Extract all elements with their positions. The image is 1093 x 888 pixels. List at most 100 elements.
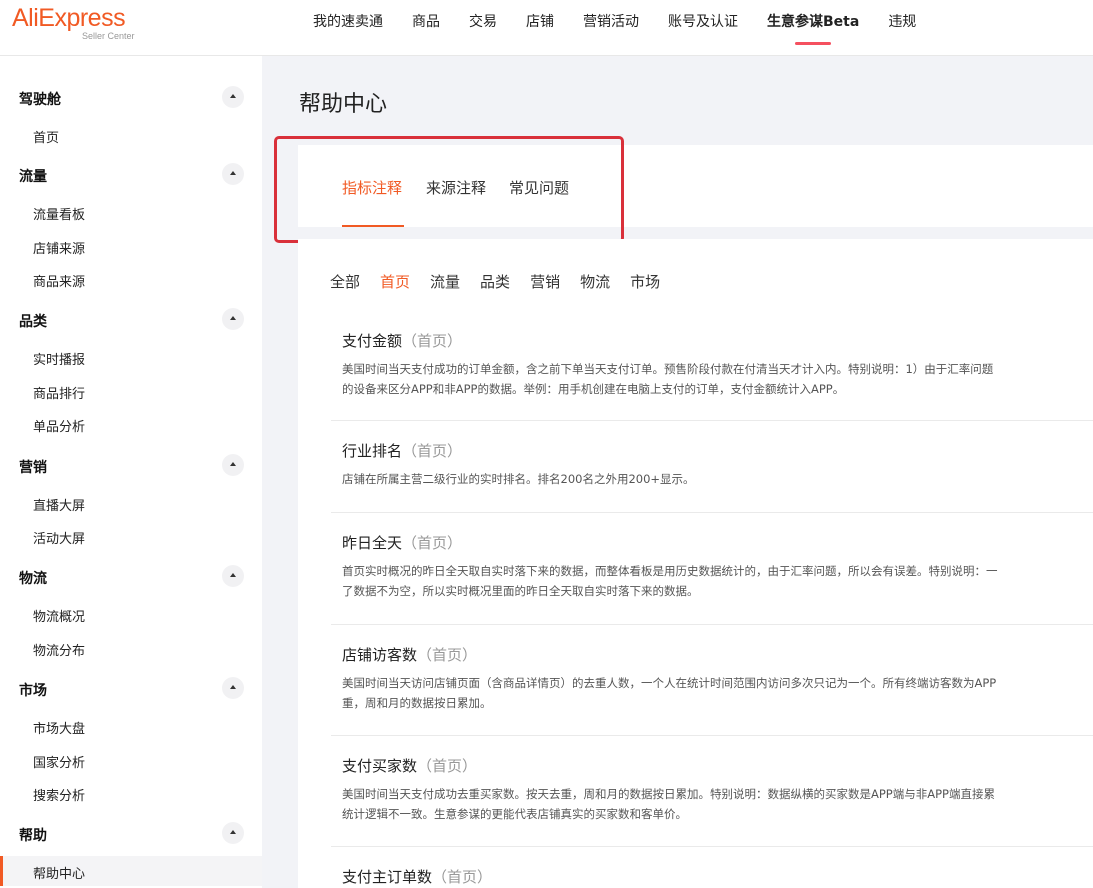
chevron-up-icon[interactable] xyxy=(222,454,244,476)
metric-entry: 昨日全天（首页） 首页实时概况的昨日全天取自实时落下来的数据，而整体看板是用历史… xyxy=(331,512,1093,623)
filter-home[interactable]: 首页 xyxy=(380,271,410,292)
sidebar-item-market-overview[interactable]: 市场大盘 xyxy=(0,711,262,741)
filter-all[interactable]: 全部 xyxy=(330,271,360,292)
metric-title: 行业排名（首页） xyxy=(342,440,462,461)
top-nav: 我的速卖通 商品 交易 店铺 营销活动 账号及认证 生意参谋Beta 违规 xyxy=(313,0,945,56)
chevron-up-icon[interactable] xyxy=(222,163,244,185)
nav-products[interactable]: 商品 xyxy=(412,0,440,56)
metric-title: 支付金额（首页） xyxy=(342,330,462,351)
metric-entry: 支付金额（首页） 美国时间当天支付成功的订单金额，含之前下单当天支付订单。预售阶… xyxy=(331,313,1093,419)
sidebar-item-store-source[interactable]: 店铺来源 xyxy=(0,231,262,261)
sidebar-item-label: 市场大盘 xyxy=(33,722,86,737)
aliexpress-logo[interactable]: AliExpress Seller Center xyxy=(12,4,152,44)
sidebar-group-help[interactable]: 帮助 xyxy=(0,818,262,848)
sidebar-group-traffic[interactable]: 流量 xyxy=(0,159,262,189)
help-content-card: 全部 首页 流量 品类 营销 物流 市场 支付金额（首页） 美国时间当天支付成功… xyxy=(298,239,1093,888)
nav-my-aliexpress[interactable]: 我的速卖通 xyxy=(313,0,383,56)
filter-logistics[interactable]: 物流 xyxy=(580,271,610,292)
sidebar-item-label: 帮助中心 xyxy=(33,867,86,882)
sidebar-item-home[interactable]: 首页 xyxy=(0,120,262,150)
chevron-up-icon[interactable] xyxy=(222,308,244,330)
sidebar-group-label: 帮助 xyxy=(19,828,47,844)
metric-tag: （首页） xyxy=(402,332,463,350)
sidebar-item-label: 商品来源 xyxy=(33,275,86,290)
sidebar-group-label: 驾驶舱 xyxy=(19,92,61,108)
metric-desc-line: 店铺在所属主营二级行业的实时排名。排名200名之外用200+显示。 xyxy=(342,472,695,486)
metric-desc-line: 美国时间当天支付成功的订单金额，含之前下单当天支付订单。预售阶段付款在付清当天才… xyxy=(342,362,994,376)
nav-account[interactable]: 账号及认证 xyxy=(668,0,738,56)
metric-entry: 支付买家数（首页） 美国时间当天支付成功去重买家数。按天去重，周和月的数据按日累… xyxy=(331,735,1093,846)
metric-desc-line: 美国时间当天访问店铺页面（含商品详情页）的去重人数，一个人在统计时间范围内访问多… xyxy=(342,676,997,690)
sidebar-item-country-analysis[interactable]: 国家分析 xyxy=(0,745,262,775)
sidebar-item-traffic-board[interactable]: 流量看板 xyxy=(0,197,262,227)
sidebar-item-label: 单品分析 xyxy=(33,420,86,435)
sidebar-item-label: 流量看板 xyxy=(33,208,86,223)
sidebar-item-help-center[interactable]: 帮助中心 xyxy=(0,856,262,886)
sidebar-item-product-ranking[interactable]: 商品排行 xyxy=(0,376,262,406)
filter-marketing[interactable]: 营销 xyxy=(530,271,560,292)
sidebar-item-label: 搜索分析 xyxy=(33,789,86,804)
metric-title: 支付买家数（首页） xyxy=(342,755,477,776)
sidebar-item-single-product[interactable]: 单品分析 xyxy=(0,409,262,439)
sidebar-group-category[interactable]: 品类 xyxy=(0,304,262,334)
metric-title: 支付主订单数（首页） xyxy=(342,866,492,887)
nav-marketing[interactable]: 营销活动 xyxy=(583,0,639,56)
metric-title: 店铺访客数（首页） xyxy=(342,644,477,665)
sidebar-group-logistics[interactable]: 物流 xyxy=(0,561,262,591)
category-filter-bar: 全部 首页 流量 品类 营销 物流 市场 xyxy=(330,271,680,292)
sidebar-group-cockpit[interactable]: 驾驶舱 xyxy=(0,82,262,112)
sidebar-item-product-source[interactable]: 商品来源 xyxy=(0,264,262,294)
metric-entry: 支付主订单数（首页） xyxy=(331,846,1093,888)
metric-tag: （首页） xyxy=(417,646,478,664)
chevron-up-icon[interactable] xyxy=(222,565,244,587)
sidebar-group-marketing[interactable]: 营销 xyxy=(0,450,262,480)
filter-traffic[interactable]: 流量 xyxy=(430,271,460,292)
sidebar-item-live-screen[interactable]: 直播大屏 xyxy=(0,488,262,518)
sidebar-item-label: 实时播报 xyxy=(33,353,86,368)
nav-store[interactable]: 店铺 xyxy=(526,0,554,56)
metric-tag: （首页） xyxy=(402,442,463,460)
filter-category[interactable]: 品类 xyxy=(480,271,510,292)
filter-market[interactable]: 市场 xyxy=(630,271,660,292)
brand-sub: Seller Center xyxy=(82,31,135,41)
sidebar-item-label: 商品排行 xyxy=(33,387,86,402)
chevron-up-icon[interactable] xyxy=(222,822,244,844)
metric-tag: （首页） xyxy=(432,868,493,886)
sidebar-item-label: 首页 xyxy=(33,131,60,146)
sidebar-group-market[interactable]: 市场 xyxy=(0,673,262,703)
sidebar-item-logistics-distribution[interactable]: 物流分布 xyxy=(0,633,262,663)
metric-name: 支付买家数 xyxy=(342,757,418,775)
metric-desc-line: 首页实时概况的昨日全天取自实时落下来的数据，而整体看板是用历史数据统计的，由于汇… xyxy=(342,564,998,578)
chevron-up-icon[interactable] xyxy=(222,677,244,699)
sidebar: 驾驶舱 首页 流量 流量看板 店铺来源 商品来源 品类 实时播报 商品排行 单品… xyxy=(0,56,262,888)
nav-orders[interactable]: 交易 xyxy=(469,0,497,56)
top-bar: AliExpress Seller Center 我的速卖通 商品 交易 店铺 … xyxy=(0,0,1093,56)
sidebar-item-event-screen[interactable]: 活动大屏 xyxy=(0,521,262,551)
nav-business-advisor[interactable]: 生意参谋Beta xyxy=(767,0,859,56)
sidebar-group-label: 市场 xyxy=(19,683,47,699)
metric-entry: 店铺访客数（首页） 美国时间当天访问店铺页面（含商品详情页）的去重人数，一个人在… xyxy=(331,624,1093,735)
metric-desc-line: 美国时间当天支付成功去重买家数。按天去重，周和月的数据按日累加。特别说明：数据纵… xyxy=(342,787,995,801)
metric-desc-line: 的设备来区分APP和非APP的数据。举例：用手机创建在电脑上支付的订单，支付金额… xyxy=(342,382,845,396)
sidebar-item-label: 活动大屏 xyxy=(33,532,86,547)
sidebar-item-realtime[interactable]: 实时播报 xyxy=(0,342,262,372)
sidebar-item-logistics-overview[interactable]: 物流概况 xyxy=(0,599,262,629)
sidebar-item-search-analysis[interactable]: 搜索分析 xyxy=(0,778,262,808)
sidebar-item-label: 国家分析 xyxy=(33,756,86,771)
sidebar-item-label: 店铺来源 xyxy=(33,242,86,257)
sidebar-group-label: 流量 xyxy=(19,169,47,185)
metric-entry: 行业排名（首页） 店铺在所属主营二级行业的实时排名。排名200名之外用200+显… xyxy=(331,420,1093,512)
metric-title: 昨日全天（首页） xyxy=(342,532,462,553)
sidebar-item-label: 直播大屏 xyxy=(33,499,86,514)
sidebar-group-label: 品类 xyxy=(19,314,47,330)
metric-tag: （首页） xyxy=(417,757,478,775)
chevron-up-icon[interactable] xyxy=(222,86,244,108)
sidebar-item-label: 物流分布 xyxy=(33,644,86,659)
main-content: 帮助中心 指标注释 来源注释 常见问题 全部 首页 流量 品类 营销 物流 市场… xyxy=(262,56,1093,888)
metric-tag: （首页） xyxy=(402,534,463,552)
metric-name: 行业排名 xyxy=(342,442,403,460)
page-title: 帮助中心 xyxy=(299,92,388,117)
metric-name: 店铺访客数 xyxy=(342,646,418,664)
sidebar-group-label: 营销 xyxy=(19,460,47,476)
nav-violations[interactable]: 违规 xyxy=(888,0,916,56)
